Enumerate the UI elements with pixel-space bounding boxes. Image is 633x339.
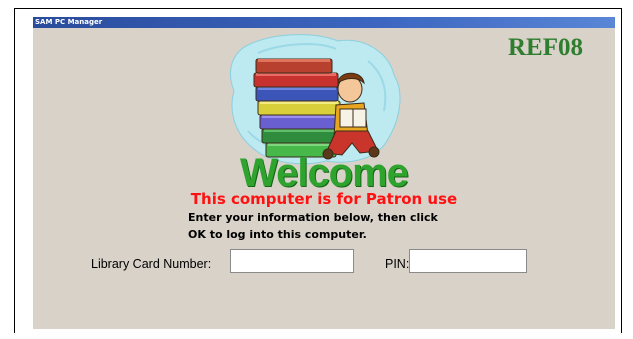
pin-input[interactable] [409, 249, 527, 273]
title-bar[interactable]: SAM PC Manager [33, 17, 615, 28]
welcome-heading: Welcome [240, 151, 409, 195]
login-instructions: Enter your information below, then click… [188, 209, 508, 243]
instructions-line-2: OK to log into this computer. [188, 228, 367, 241]
window-title: SAM PC Manager [35, 18, 103, 26]
child-reading-books-icon [230, 34, 401, 165]
pin-label: PIN: [385, 257, 410, 271]
patron-notice: This computer is for Patron use [190, 190, 458, 208]
instructions-line-1: Enter your information below, then click [188, 211, 438, 224]
library-card-label: Library Card Number: [91, 257, 212, 271]
station-code: REF08 [508, 34, 583, 61]
library-card-input[interactable] [230, 249, 354, 273]
login-window: SAM PC Manager REF08 Welcome This comput… [33, 17, 615, 329]
